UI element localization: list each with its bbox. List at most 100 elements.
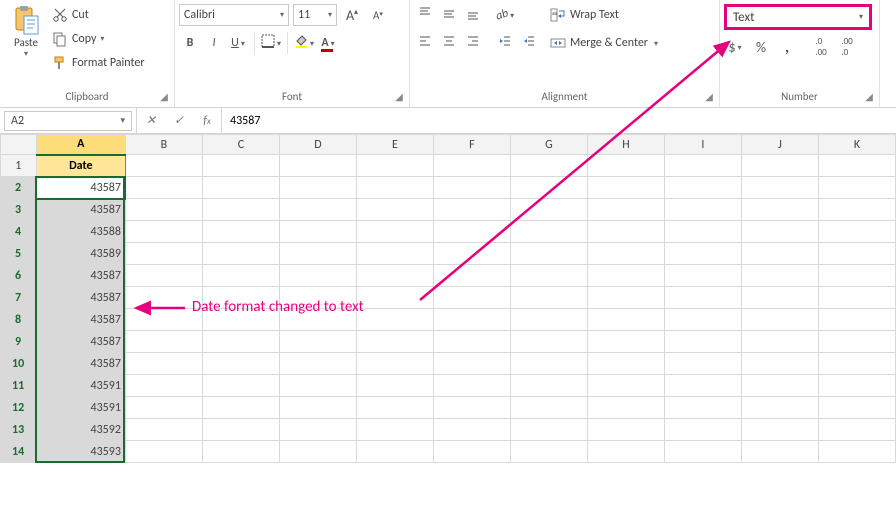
cell[interactable] [587,353,664,375]
cell[interactable] [664,287,741,309]
cell[interactable] [741,265,818,287]
row-header[interactable]: 5 [1,243,37,265]
cell[interactable] [664,309,741,331]
row-header[interactable]: 9 [1,331,37,353]
column-header[interactable]: G [510,135,587,155]
row-header[interactable]: 10 [1,353,37,375]
row-header[interactable]: 3 [1,199,37,221]
align-left-button[interactable] [414,32,436,54]
cell[interactable] [587,155,664,177]
font-size-dropdown[interactable]: 11 ▾ [293,4,337,26]
align-center-button[interactable] [438,32,460,54]
cell[interactable]: Date [36,155,125,177]
cell[interactable] [433,331,510,353]
cell[interactable] [741,177,818,199]
enter-formula-button[interactable]: ✓ [165,110,193,132]
cell[interactable] [356,397,433,419]
row-header[interactable]: 6 [1,265,37,287]
cell[interactable] [125,309,202,331]
cell[interactable] [510,397,587,419]
comma-format-button[interactable]: , [776,36,798,58]
cell[interactable]: 43587 [36,177,125,199]
dialog-launcher-icon[interactable]: ◢ [863,92,875,104]
cell[interactable] [433,243,510,265]
cell[interactable] [433,309,510,331]
cell[interactable] [279,419,356,441]
cell[interactable] [510,199,587,221]
cell[interactable] [587,419,664,441]
cell[interactable] [433,441,510,463]
cell[interactable] [433,155,510,177]
cell[interactable]: 43587 [36,353,125,375]
orientation-button[interactable]: ab [494,4,516,26]
cell[interactable] [356,331,433,353]
column-header[interactable]: D [279,135,356,155]
cell[interactable] [202,397,279,419]
cell[interactable] [202,155,279,177]
column-header[interactable]: H [587,135,664,155]
cell[interactable] [433,199,510,221]
cell[interactable] [741,243,818,265]
formula-input[interactable] [222,109,896,133]
insert-function-button[interactable]: fx [193,110,221,132]
align-right-button[interactable] [462,32,484,54]
cell[interactable] [741,331,818,353]
cell[interactable] [433,177,510,199]
cell[interactable] [741,199,818,221]
row-header[interactable]: 7 [1,287,37,309]
cell[interactable] [279,265,356,287]
cell[interactable] [664,397,741,419]
cell[interactable] [279,353,356,375]
cell[interactable] [125,287,202,309]
align-middle-button[interactable] [438,4,460,26]
column-header[interactable]: K [818,135,895,155]
cell[interactable] [818,419,895,441]
cell[interactable] [664,441,741,463]
row-header[interactable]: 12 [1,397,37,419]
cell[interactable] [587,375,664,397]
cell[interactable] [664,221,741,243]
cell[interactable] [818,287,895,309]
cell[interactable] [125,419,202,441]
cell[interactable]: 43587 [36,287,125,309]
bold-button[interactable]: B [179,32,201,54]
cell[interactable] [433,265,510,287]
cell[interactable] [433,375,510,397]
cell[interactable] [356,265,433,287]
cell[interactable] [587,441,664,463]
cell[interactable] [125,441,202,463]
dialog-launcher-icon[interactable]: ◢ [393,92,405,104]
cell[interactable] [433,353,510,375]
cell[interactable] [818,375,895,397]
cell[interactable] [433,287,510,309]
cell[interactable] [433,397,510,419]
cell[interactable] [125,353,202,375]
select-all-corner[interactable] [1,135,37,155]
cell[interactable] [664,243,741,265]
cell[interactable] [741,397,818,419]
cell[interactable] [587,177,664,199]
copy-button[interactable]: Copy ▾ [52,28,145,50]
cell[interactable] [818,177,895,199]
row-header[interactable]: 8 [1,309,37,331]
cell[interactable]: 43587 [36,309,125,331]
cell[interactable] [818,155,895,177]
cell[interactable] [279,331,356,353]
increase-decimal-button[interactable]: .0.00 [810,36,832,58]
cell[interactable]: 43591 [36,397,125,419]
cell[interactable] [279,177,356,199]
align-bottom-button[interactable] [462,4,484,26]
cell[interactable] [741,221,818,243]
cell[interactable] [125,155,202,177]
cell[interactable] [818,441,895,463]
cell[interactable] [510,221,587,243]
cell[interactable] [741,375,818,397]
cell[interactable]: 43591 [36,375,125,397]
cell[interactable] [356,309,433,331]
cell[interactable] [125,243,202,265]
cell[interactable] [125,397,202,419]
cell[interactable] [202,419,279,441]
decrease-indent-button[interactable] [494,32,516,54]
cell[interactable] [818,397,895,419]
cancel-formula-button[interactable]: ✕ [137,110,165,132]
